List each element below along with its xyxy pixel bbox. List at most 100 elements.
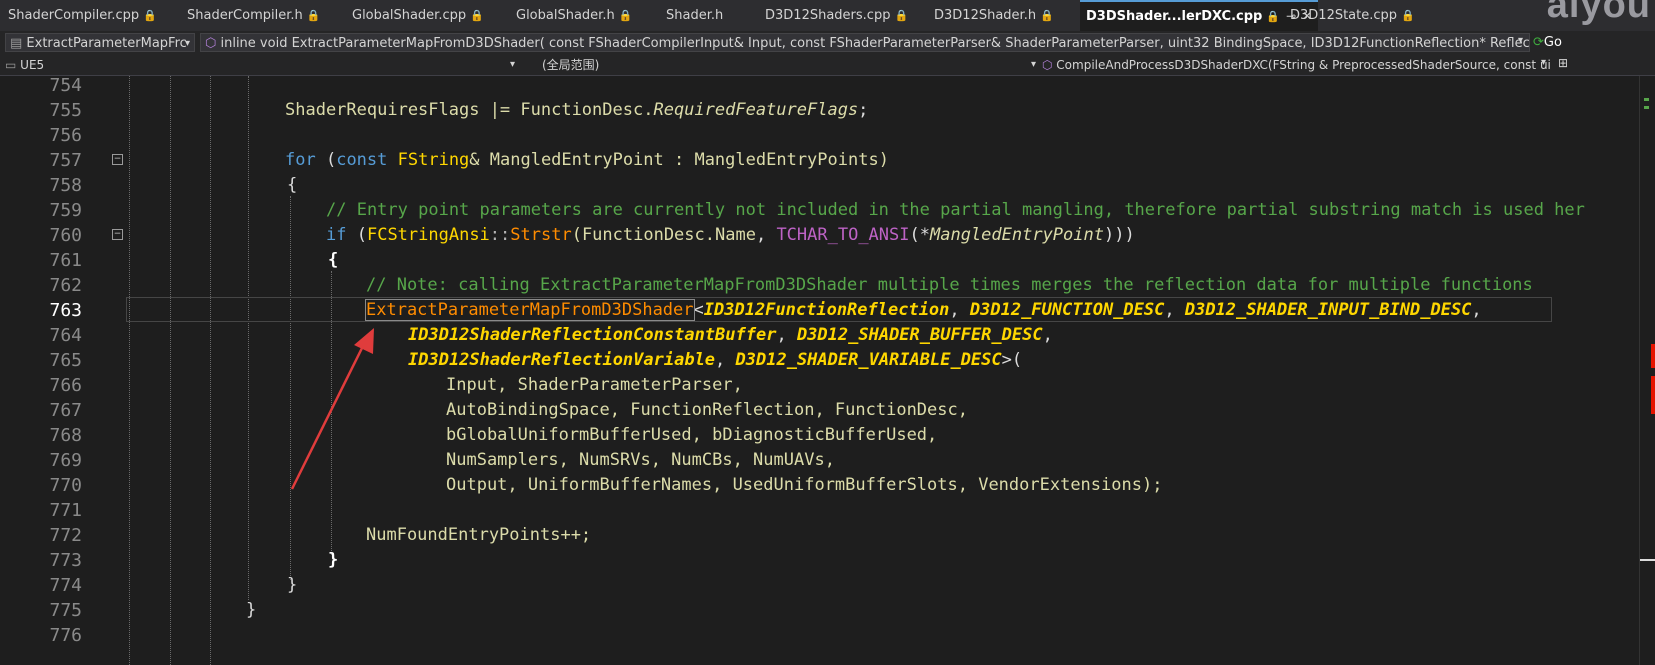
go-button[interactable]: ⟳Go <box>1533 33 1562 52</box>
tab-shadercompiler-cpp[interactable]: ShaderCompiler.cpp 🔒 <box>8 0 157 31</box>
line-number: 765 <box>49 350 82 371</box>
code-line: 761 { <box>0 248 1640 273</box>
code-line: 764 ID3D12ShaderReflectionConstantBuffer… <box>0 323 1640 348</box>
code-token: ID3D12FunctionReflection <box>703 300 950 320</box>
annotation-arrow-head <box>354 328 374 354</box>
vertical-scrollbar[interactable] <box>1639 76 1655 665</box>
code-token: (* <box>909 225 930 245</box>
scope-dropdown[interactable]: ▤ ExtractParameterMapFrc ▾ <box>5 33 195 52</box>
code-token: { <box>328 250 339 270</box>
project-icon: ▭ <box>5 58 21 72</box>
code-editor[interactable]: − − 754 755 ShaderRequiresFlags |= Funct… <box>0 75 1640 665</box>
code-line: 759 // Entry point parameters are curren… <box>0 198 1640 223</box>
tab-globalshader-h[interactable]: GlobalShader.h 🔒 <box>516 0 632 31</box>
line-number: 772 <box>49 525 82 546</box>
line-number: 776 <box>49 625 82 646</box>
code-line: 767 AutoBindingSpace, FunctionReflection… <box>0 398 1640 423</box>
tab-d3d12shader-h[interactable]: D3D12Shader.h 🔒 <box>934 0 1054 31</box>
signature-dropdown-value: inline void ExtractParameterMapFromD3DSh… <box>220 36 1530 51</box>
line-number: 764 <box>49 325 82 346</box>
line-number: 756 <box>49 125 82 146</box>
code-token: RequiredFeatureFlags <box>653 100 859 120</box>
chevron-down-icon[interactable]: ▾ <box>1518 35 1523 46</box>
change-marker <box>1644 98 1649 101</box>
lock-icon: 🔒 <box>894 9 909 22</box>
watermark: aiyou <box>1546 0 1651 26</box>
line-number: 774 <box>49 575 82 596</box>
code-line: 757 for (const FString& MangledEntryPoin… <box>0 148 1640 173</box>
code-line: 772 NumFoundEntryPoints++; <box>0 523 1640 548</box>
code-line: 765 ID3D12ShaderReflectionVariable, D3D1… <box>0 348 1640 373</box>
lock-icon: 🔒 <box>1040 9 1054 22</box>
scope-dropdown-value: ExtractParameterMapFrc <box>26 36 187 51</box>
line-number: 767 <box>49 400 82 421</box>
code-token: ID3D12ShaderReflectionVariable <box>408 350 716 370</box>
highlighted-function-name[interactable]: ExtractParameterMapFromD3DShader <box>365 299 695 321</box>
code-line-current: 763 ExtractParameterMapFromD3DShader<ID3… <box>0 298 1640 323</box>
code-token: { <box>287 175 298 195</box>
project-dropdown[interactable]: ▭ UE5 ▾ <box>5 56 515 74</box>
lock-icon: 🔒 <box>1266 10 1281 23</box>
tab-d3d12shaders-cpp[interactable]: D3D12Shaders.cpp 🔒 <box>765 0 908 31</box>
code-token: (FunctionDesc. <box>571 225 715 245</box>
code-token: const <box>336 150 388 170</box>
line-number: 761 <box>49 250 82 271</box>
go-label: Go <box>1543 35 1562 50</box>
line-number: 763 <box>49 300 82 321</box>
lock-icon: 🔒 <box>470 9 484 22</box>
global-scope-dropdown[interactable]: (全局范围) ▾ <box>542 56 1036 74</box>
tab-shader-h[interactable]: Shader.h <box>666 0 723 31</box>
code-line: 776 <box>0 623 1640 648</box>
annotation-arrow <box>290 328 374 490</box>
code-token: } <box>328 550 339 570</box>
code-token: Input, ShaderParameterParser, <box>446 375 743 395</box>
signature-dropdown[interactable]: ⬡ inline void ExtractParameterMapFromD3D… <box>200 33 1530 52</box>
code-token: >( <box>1001 350 1023 370</box>
code-line: 771 <box>0 498 1640 523</box>
tab-shadercompiler-h[interactable]: ShaderCompiler.h 🔒 <box>187 0 320 31</box>
line-number: 754 <box>49 75 82 96</box>
global-scope-value: (全局范围) <box>542 58 600 72</box>
code-line: 760 if (FCStringAnsi::Strstr(FunctionDes… <box>0 223 1640 248</box>
tab-d3dshadercompilerdxc-cpp[interactable]: D3DShader...lerDXC.cpp 🔒 ⊸ ✕ <box>1080 0 1319 31</box>
line-number: 758 <box>49 175 82 196</box>
line-number: 775 <box>49 600 82 621</box>
tab-label: ShaderCompiler.h <box>187 8 303 23</box>
member-value: CompileAndProcessD3DShaderDXC(FString & … <box>1056 58 1550 72</box>
code-token: D3D12_FUNCTION_DESC <box>969 300 1165 320</box>
code-line: 756 <box>0 123 1640 148</box>
line-number: 757 <box>49 150 82 171</box>
code-token: } <box>246 600 257 620</box>
code-token: ID3D12ShaderReflectionConstantBuffer <box>408 325 777 345</box>
lock-icon: 🔒 <box>1401 9 1415 22</box>
code-token: AutoBindingSpace, FunctionReflection, Fu… <box>446 400 968 420</box>
project-name: UE5 <box>20 58 45 72</box>
line-number: 773 <box>49 550 82 571</box>
code-token: for <box>285 150 316 170</box>
document-tab-bar: ShaderCompiler.cpp 🔒 ShaderCompiler.h 🔒 Gl… <box>0 0 1655 32</box>
annotation-arrow-shaft <box>290 339 368 490</box>
line-number: 762 <box>49 275 82 296</box>
member-dropdown[interactable]: ⬡ CompileAndProcessD3DShaderDXC(FString … <box>1042 56 1550 74</box>
chevron-down-icon: ▾ <box>1030 59 1036 70</box>
line-number: 771 <box>49 500 82 521</box>
code-token: MangledEntryPoint <box>929 225 1104 245</box>
code-token: D3D12_SHADER_INPUT_BIND_DESC <box>1184 300 1472 320</box>
code-token: Strstr <box>510 225 572 245</box>
lock-icon: 🔒 <box>143 9 157 22</box>
chevron-down-icon[interactable]: ▾ <box>1541 57 1546 68</box>
split-window-icon[interactable]: ⊞ <box>1558 56 1568 70</box>
code-comment: // Note: calling ExtractParameterMapFrom… <box>366 275 1533 295</box>
function-cube-icon: ⬡ <box>205 36 221 51</box>
line-number: 768 <box>49 425 82 446</box>
tab-globalshader-cpp[interactable]: GlobalShader.cpp 🔒 <box>352 0 484 31</box>
code-line: 773 } <box>0 548 1640 573</box>
tab-label: Shader.h <box>666 8 724 23</box>
code-token: ShaderRequiresFlags |= FunctionDesc. <box>285 100 654 120</box>
chevron-down-icon: ▾ <box>184 38 190 49</box>
lock-icon: 🔒 <box>618 9 633 22</box>
line-number: 760 <box>49 225 82 246</box>
code-token: & MangledEntryPoint : MangledEntryPoints… <box>469 150 889 170</box>
code-token: bGlobalUniformBufferUsed, bDiagnosticBuf… <box>446 425 938 445</box>
tab-d3d12state-cpp[interactable]: D3D12State.cpp 🔒 <box>1290 0 1415 31</box>
